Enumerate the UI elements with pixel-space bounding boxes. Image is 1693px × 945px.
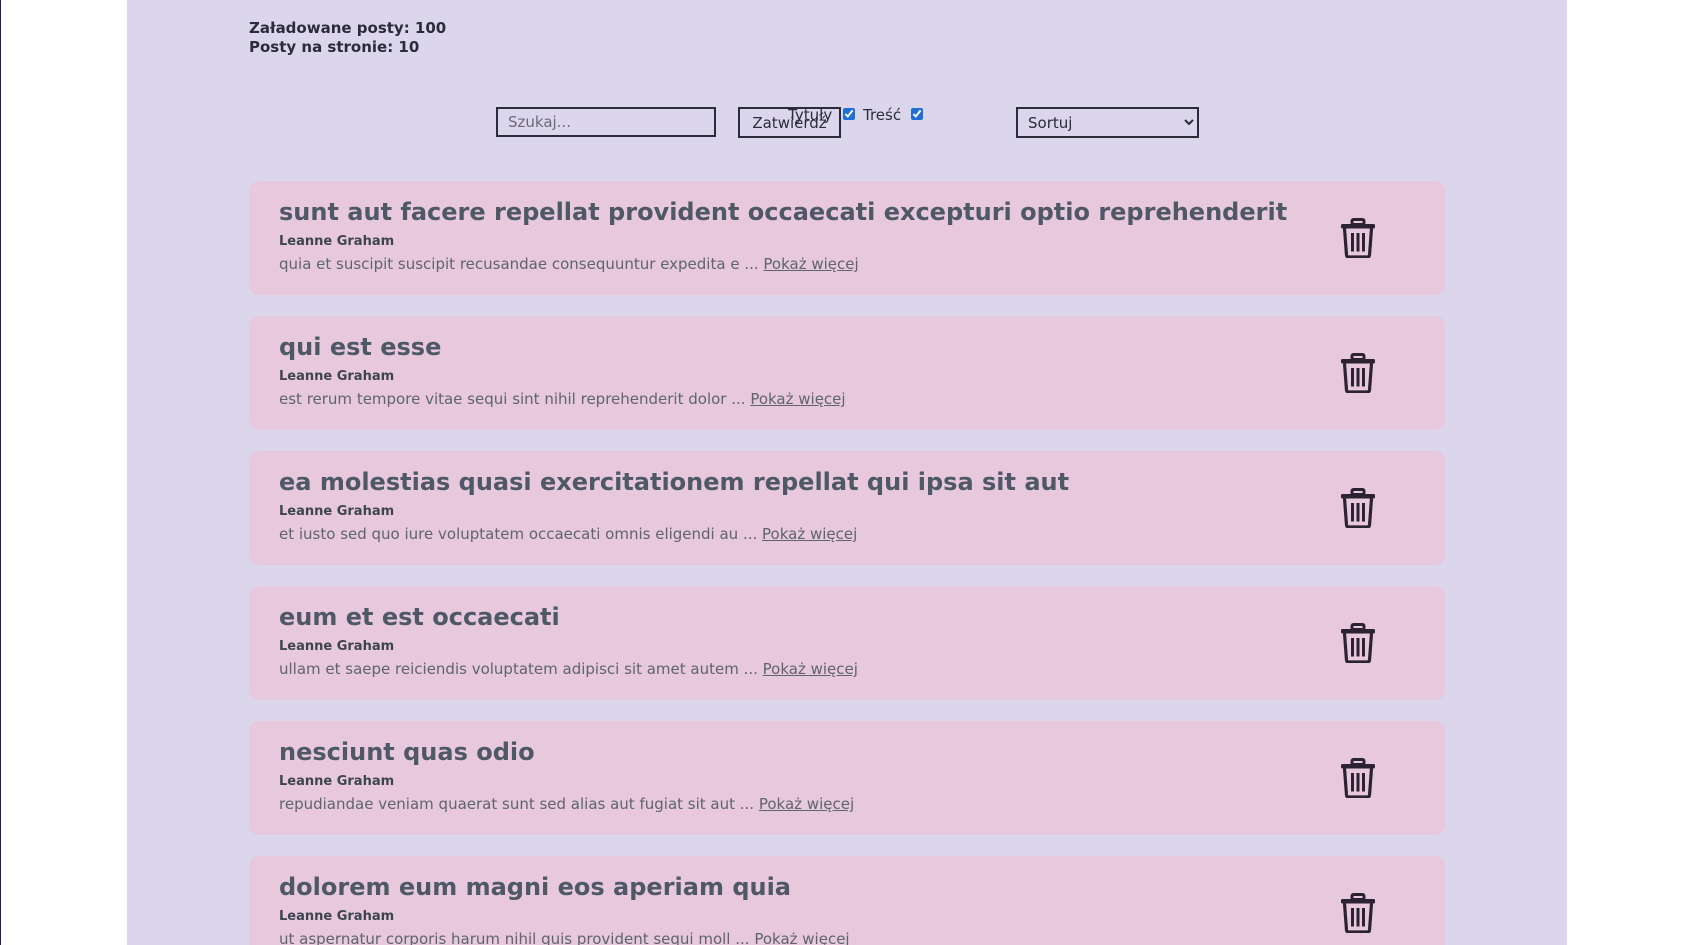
post-card: nesciunt quas odio Leanne Graham repudia… [249,721,1445,835]
post-author: Leanne Graham [279,639,395,654]
post-excerpt: et iusto sed quo iure voluptatem occaeca… [279,525,857,543]
post-excerpt: repudiandae veniam quaerat sunt sed alia… [279,795,854,813]
post-card: eum et est occaecati Leanne Graham ullam… [249,586,1445,700]
post-title: qui est esse [279,333,442,361]
post-card: ea molestias quasi exercitationem repell… [249,451,1445,565]
post-excerpt-text: quia et suscipit suscipit recusandae con… [279,255,759,273]
post-stats: Załadowane posty: 100 Posty na stronie: … [249,19,446,57]
post-excerpt: ullam et saepe reiciendis voluptatem adi… [279,660,858,678]
search-controls: Zatwierdź Tytuły Treść Sortuj [127,105,1567,141]
post-author: Leanne Graham [279,909,395,924]
post-title: dolorem eum magni eos aperiam quia [279,873,792,901]
trash-icon[interactable] [1340,758,1376,798]
posts-per-page-count: Posty na stronie: 10 [249,38,420,56]
content-checkbox-label: Treść [863,106,902,124]
post-card: dolorem eum magni eos aperiam quia Leann… [249,856,1445,945]
post-card: sunt aut facere repellat provident occae… [249,181,1445,295]
titles-checkbox[interactable] [843,108,855,120]
show-more-link[interactable]: Pokaż więcej [759,795,854,813]
main-content: Załadowane posty: 100 Posty na stronie: … [127,0,1567,945]
trash-icon[interactable] [1340,623,1376,663]
trash-icon[interactable] [1340,488,1376,528]
post-author: Leanne Graham [279,234,395,249]
sort-select[interactable]: Sortuj [1016,107,1199,138]
post-title: nesciunt quas odio [279,738,535,766]
post-card: qui est esse Leanne Graham est rerum tem… [249,316,1445,430]
loaded-posts-count: Załadowane posty: 100 [249,19,447,37]
post-author: Leanne Graham [279,369,395,384]
post-excerpt: est rerum tempore vitae sequi sint nihil… [279,390,846,408]
window-left-border [0,0,1,945]
trash-icon[interactable] [1340,893,1376,933]
post-excerpt-text: est rerum tempore vitae sequi sint nihil… [279,390,746,408]
trash-icon[interactable] [1340,218,1376,258]
post-excerpt-text: ut aspernatur corporis harum nihil quis … [279,930,750,945]
show-more-link[interactable]: Pokaż więcej [763,660,858,678]
post-list: sunt aut facere repellat provident occae… [249,181,1445,945]
content-checkbox[interactable] [911,108,923,120]
show-more-link[interactable]: Pokaż więcej [763,255,858,273]
show-more-link[interactable]: Pokaż więcej [754,930,849,945]
show-more-link[interactable]: Pokaż więcej [750,390,845,408]
post-excerpt: quia et suscipit suscipit recusandae con… [279,255,859,273]
show-more-link[interactable]: Pokaż więcej [762,525,857,543]
post-author: Leanne Graham [279,774,395,789]
post-excerpt-text: et iusto sed quo iure voluptatem occaeca… [279,525,758,543]
search-input[interactable] [496,107,716,137]
post-title: eum et est occaecati [279,603,560,631]
post-title: ea molestias quasi exercitationem repell… [279,468,1070,496]
trash-icon[interactable] [1340,353,1376,393]
post-excerpt: ut aspernatur corporis harum nihil quis … [279,930,850,945]
titles-checkbox-label: Tytuły [788,106,833,124]
post-excerpt-text: ullam et saepe reiciendis voluptatem adi… [279,660,758,678]
post-author: Leanne Graham [279,504,395,519]
post-title: sunt aut facere repellat provident occae… [279,198,1288,226]
post-excerpt-text: repudiandae veniam quaerat sunt sed alia… [279,795,755,813]
